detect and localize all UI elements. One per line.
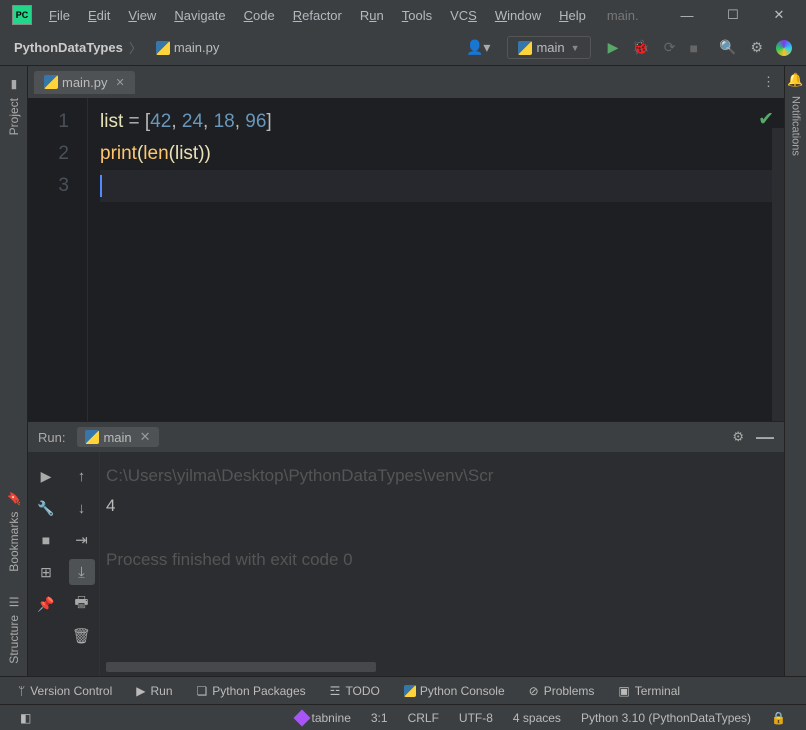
run-tab[interactable]: main ✕ (77, 427, 158, 447)
run-coverage-button[interactable]: ⟳ (664, 39, 676, 56)
titlebar: PC File Edit View Navigate Code Refactor… (0, 0, 806, 30)
run-label: Run: (38, 430, 65, 445)
down-button[interactable]: ↓ (69, 495, 95, 521)
code-line[interactable]: list = [42, 24, 18, 96] (100, 106, 784, 138)
todo-tool[interactable]: ☲TODO (330, 684, 380, 698)
code-line[interactable]: print(len(list)) (100, 138, 784, 170)
lock-icon[interactable]: 🔒 (771, 711, 786, 725)
close-run-tab-icon[interactable]: ✕ (140, 429, 151, 445)
console-stdout: 4 (106, 492, 778, 520)
tabnine-status[interactable]: tabnine (296, 711, 351, 725)
tool-windows-icon[interactable]: ◧ (20, 711, 31, 725)
editor-tabs: main.py ✕ ⋮ (28, 66, 784, 98)
print-button[interactable]: 🖶 (69, 591, 95, 617)
bottom-toolbar: ᛘVersion Control ▶Run ❏Python Packages ☲… (0, 676, 806, 704)
run-settings-icon[interactable]: ⚙ (732, 429, 744, 445)
maximize-button[interactable]: ☐ (710, 0, 756, 30)
menu-window[interactable]: Window (486, 8, 550, 23)
stop-button[interactable]: ■ (690, 40, 698, 56)
minimize-button[interactable]: — (664, 0, 710, 30)
clear-button[interactable]: 🗑 (69, 623, 95, 649)
title-context: main. (607, 8, 639, 23)
menu-code[interactable]: Code (235, 8, 284, 23)
menu-run[interactable]: Run (351, 8, 393, 23)
python-icon (85, 430, 99, 444)
chevron-down-icon: ▼ (571, 43, 580, 53)
python-packages-tool[interactable]: ❏Python Packages (197, 684, 306, 698)
indent-settings[interactable]: 4 spaces (513, 711, 561, 725)
run-tool[interactable]: ▶Run (136, 684, 172, 698)
project-tool[interactable]: Project▮ (4, 66, 24, 147)
run-action-column: ▶ 🔧 ■ ⊞ 📌 (28, 452, 64, 676)
toolbar: PythonDataTypes 〉 main.py 👤▾ main ▼ ▶ 🐞 … (0, 30, 806, 66)
main-menu: File Edit View Navigate Code Refactor Ru… (40, 8, 595, 23)
stop-run-button[interactable]: ■ (33, 527, 59, 553)
menu-file[interactable]: File (40, 8, 79, 23)
problems-tool[interactable]: ⊘Problems (529, 684, 595, 698)
pin-button[interactable]: 📌 (33, 591, 59, 617)
file-encoding[interactable]: UTF-8 (459, 711, 493, 725)
code-editor[interactable]: 1 2 3 list = [42, 24, 18, 96] print(len(… (28, 98, 784, 421)
status-bar: ◧ tabnine 3:1 CRLF UTF-8 4 spaces Python… (0, 704, 806, 730)
scroll-to-end-button[interactable]: ⤓ (69, 559, 95, 585)
run-config-selector[interactable]: main ▼ (507, 36, 590, 59)
line-separator[interactable]: CRLF (408, 711, 439, 725)
menu-refactor[interactable]: Refactor (284, 8, 351, 23)
breadcrumb-project[interactable]: PythonDataTypes (14, 40, 123, 55)
python-icon (518, 41, 532, 55)
menu-navigate[interactable]: Navigate (165, 8, 234, 23)
notifications-label[interactable]: Notifications (790, 92, 802, 156)
left-rail: Project▮ Bookmarks🔖 Structure☰ (0, 66, 28, 676)
run-button[interactable]: ▶ (608, 39, 619, 56)
version-control-tool[interactable]: ᛘVersion Control (18, 684, 112, 698)
structure-tool[interactable]: Structure☰ (4, 583, 24, 676)
console-exit: Process finished with exit code 0 (106, 546, 778, 574)
breadcrumb-file[interactable]: main.py (156, 40, 220, 55)
settings-button[interactable]: ⚙ (750, 39, 763, 56)
menu-help[interactable]: Help (550, 8, 595, 23)
run-panel: Run: main ✕ ⚙ — ▶ 🔧 ■ ⊞ 📌 ↑ (28, 421, 784, 676)
console-path: C:\Users\yilma\Desktop\PythonDataTypes\v… (106, 462, 778, 490)
close-tab-icon[interactable]: ✕ (116, 76, 125, 89)
breadcrumb-sep-icon: 〉 (129, 38, 142, 57)
search-button[interactable]: 🔍 (719, 39, 736, 56)
up-button[interactable]: ↑ (69, 463, 95, 489)
layout-button[interactable]: ⊞ (33, 559, 59, 585)
hide-panel-icon[interactable]: — (756, 427, 774, 448)
menu-view[interactable]: View (119, 8, 165, 23)
terminal-tool[interactable]: ▣Terminal (618, 684, 680, 698)
interpreter[interactable]: Python 3.10 (PythonDataTypes) (581, 711, 751, 725)
rerun-button[interactable]: ▶ (33, 463, 59, 489)
code-line[interactable] (100, 170, 784, 202)
console-output[interactable]: C:\Users\yilma\Desktop\PythonDataTypes\v… (100, 452, 784, 676)
console-h-scrollbar[interactable] (106, 662, 376, 672)
softwrap-button[interactable]: ⇥ (69, 527, 95, 553)
debug-button[interactable]: 🐞 (632, 39, 649, 56)
right-rail: 🔔 Notifications (784, 66, 806, 676)
run-panel-header: Run: main ✕ ⚙ — (28, 422, 784, 452)
menu-vcs[interactable]: VCS (441, 8, 486, 23)
code-with-me-icon[interactable] (776, 40, 792, 56)
editor-tab-main[interactable]: main.py ✕ (34, 71, 135, 94)
python-console-tool[interactable]: Python Console (404, 684, 505, 698)
menu-edit[interactable]: Edit (79, 8, 119, 23)
wrench-button[interactable]: 🔧 (33, 495, 59, 521)
python-file-icon (44, 75, 58, 89)
notifications-icon[interactable]: 🔔 (787, 72, 803, 88)
line-gutter: 1 2 3 (28, 98, 88, 421)
close-button[interactable]: ✕ (756, 0, 802, 30)
bookmarks-tool[interactable]: Bookmarks🔖 (4, 479, 24, 584)
tab-options-icon[interactable]: ⋮ (762, 74, 774, 90)
console-action-column: ↑ ↓ ⇥ ⤓ 🖶 🗑 (64, 452, 100, 676)
editor-scrollbar[interactable] (772, 128, 784, 421)
python-file-icon (156, 41, 170, 55)
caret (100, 175, 102, 197)
pycharm-logo-icon: PC (12, 5, 32, 25)
caret-position[interactable]: 3:1 (371, 711, 388, 725)
user-dropdown-icon[interactable]: 👤▾ (466, 39, 490, 56)
menu-tools[interactable]: Tools (393, 8, 441, 23)
